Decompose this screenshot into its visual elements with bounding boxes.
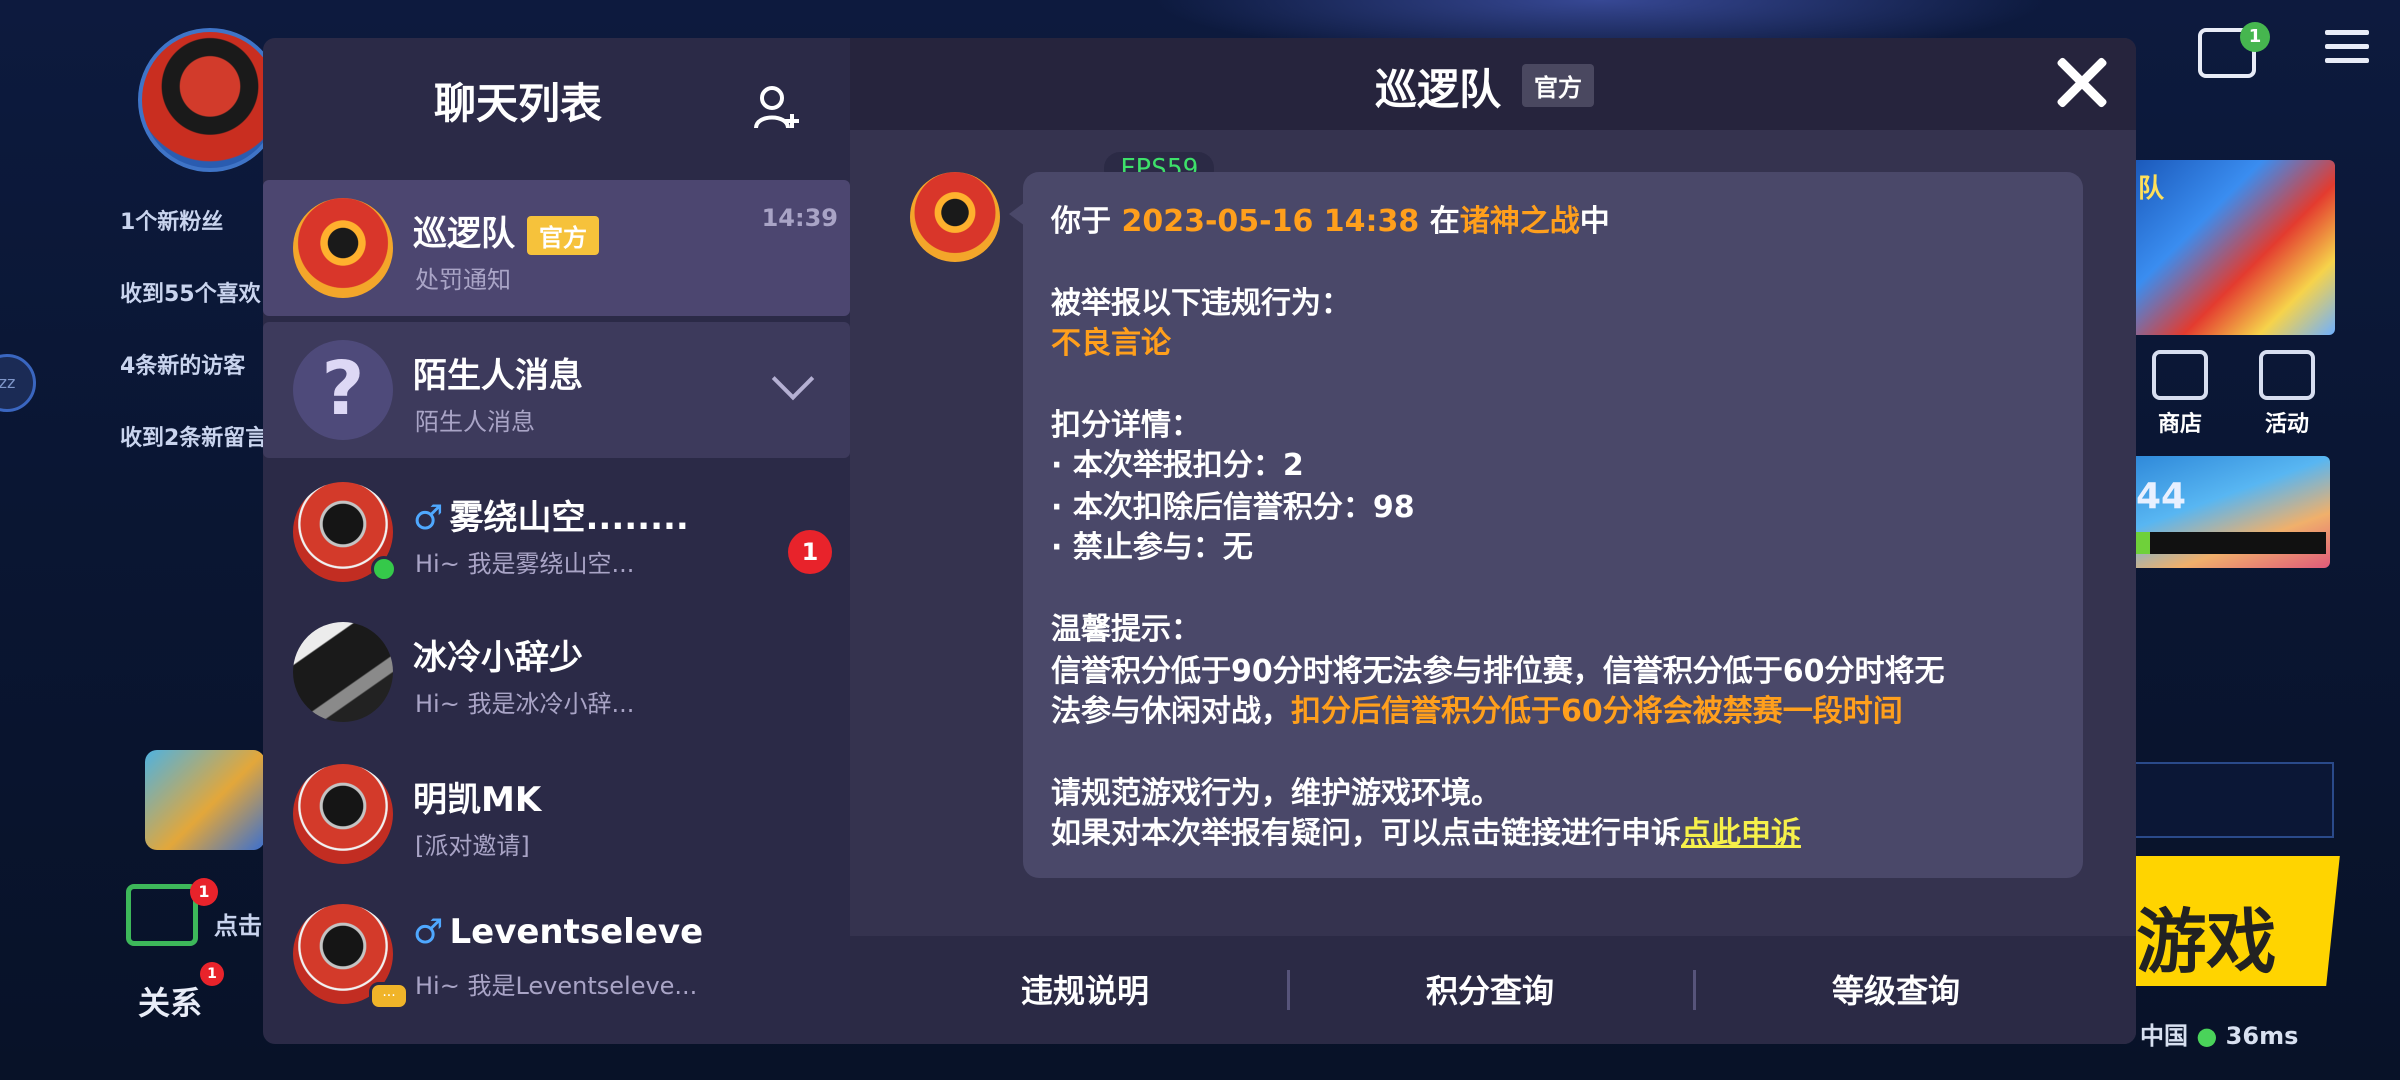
chat-item-patrol[interactable]: 巡逻队 官方 处罚通知 14:39 — [263, 180, 850, 316]
menu-icon[interactable] — [2325, 30, 2369, 72]
chat-bubble-icon[interactable] — [126, 884, 198, 946]
unread-badge: 1 — [788, 530, 832, 574]
chat-item-name: Leventseleve — [449, 912, 704, 952]
appeal-link[interactable]: 点此申诉 — [1681, 816, 1801, 851]
sender-avatar[interactable] — [910, 172, 1000, 262]
appeal-line: 如果对本次举报有疑问，可以点击链接进行申诉点此申诉 — [1051, 816, 1801, 851]
online-indicator — [371, 556, 397, 582]
activity-icon — [2259, 350, 2315, 400]
violation-type: 不良言论 — [1051, 326, 1171, 361]
chat-item-name: 冰冷小辞少 — [413, 638, 583, 678]
avatar — [293, 764, 393, 864]
avatar — [293, 622, 393, 722]
chat-item-subtitle: Hi~ 我是Leventseleve... — [415, 972, 698, 1000]
chat-item-name: 巡逻队 — [413, 214, 515, 254]
chat-item-user[interactable]: ♂ 雾绕山空........ Hi~ 我是雾绕山空... 1 — [263, 464, 850, 600]
chat-item-strangers[interactable]: ? 陌生人消息 陌生人消息 — [263, 322, 850, 458]
chat-item-time: 14:39 — [761, 204, 838, 232]
event-banner[interactable]: 队 — [2130, 160, 2335, 335]
official-tag: 官方 — [1522, 64, 1594, 107]
chat-item-subtitle: Hi~ 我是雾绕山空... — [415, 550, 635, 578]
notice-messages[interactable]: 收到2条新留言 — [120, 420, 267, 452]
chat-item-subtitle: 陌生人消息 — [415, 408, 535, 436]
season-tile[interactable]: 44 — [2130, 456, 2330, 568]
tv-badge: 1 — [2240, 22, 2270, 52]
violation-time-line: 你于 2023-05-16 14:38 在诸神之战中 — [1051, 204, 1610, 239]
shop-icon — [2152, 350, 2208, 400]
credit-score: · 本次扣除后信誉积分：98 — [1051, 490, 1415, 525]
close-icon[interactable] — [2054, 54, 2110, 110]
network-status: 中国 ● 36ms — [2140, 1022, 2299, 1050]
player-avatar[interactable] — [138, 28, 282, 172]
chat-item-name: 明凯MK — [413, 780, 542, 820]
tips-line-2: 法参与休闲对战，扣分后信誉积分低于60分将会被禁赛一段时间 — [1051, 694, 1903, 729]
gift-icon[interactable] — [145, 750, 265, 850]
chevron-down-icon[interactable] — [771, 357, 815, 401]
season-level: 44 — [2136, 476, 2187, 517]
tips-heading: 温馨提示： — [1051, 612, 1201, 647]
chat-item-name: 雾绕山空........ — [449, 498, 689, 538]
chat-item-user[interactable]: ... ♂ Leventseleve Hi~ 我是Leventseleve... — [263, 886, 850, 1022]
background-field — [2130, 762, 2334, 838]
chat-item-subtitle: 处罚通知 — [415, 266, 511, 294]
typing-indicator: ... — [369, 982, 409, 1010]
chat-item-subtitle: [派对邀请] — [415, 832, 530, 860]
relation-tab[interactable]: 关系 — [138, 978, 202, 1024]
chat-item-user[interactable]: 冰冷小辞少 Hi~ 我是冰冷小辞... — [263, 604, 850, 740]
message-bubble: 你于 2023-05-16 14:38 在诸神之战中 被举报以下违规行为： 不良… — [1009, 172, 2083, 878]
notice-visitors[interactable]: 4条新的访客 — [120, 348, 245, 380]
reported-heading: 被举报以下违规行为： — [1051, 286, 1351, 321]
deduction-heading: 扣分详情： — [1051, 408, 1201, 443]
chat-item-user[interactable]: 明凯MK [派对邀请] — [263, 746, 850, 882]
season-progress — [2134, 532, 2326, 554]
play-button[interactable]: 游戏 — [2111, 856, 2340, 986]
violation-info-button[interactable]: 违规说明 — [885, 966, 1285, 1012]
tap-hint: 点击 — [214, 912, 262, 940]
level-query-button[interactable]: 等级查询 — [1696, 966, 2096, 1012]
shop-button[interactable]: 商店 — [2135, 350, 2225, 440]
conversation-title: 巡逻队 — [1375, 65, 1502, 114]
avatar — [293, 198, 393, 298]
official-tag: 官方 — [527, 216, 599, 255]
conduct-reminder: 请规范游戏行为，维护游戏环境。 — [1051, 776, 1501, 811]
chat-list-title: 聊天列表 — [433, 79, 602, 128]
tips-line-1: 信誉积分低于90分时将无法参与排位赛，信誉积分低于60分时将无 — [1051, 654, 1945, 689]
male-icon: ♂ — [413, 498, 444, 538]
add-friend-icon[interactable] — [752, 82, 804, 134]
score-query-button[interactable]: 积分查询 — [1290, 966, 1690, 1012]
chat-item-subtitle: Hi~ 我是冰冷小辞... — [415, 690, 635, 718]
activity-button[interactable]: 活动 — [2242, 350, 2332, 440]
banner-mark: 队 — [2138, 174, 2165, 204]
male-icon: ♂ — [413, 912, 444, 952]
ban-status: · 禁止参与：无 — [1051, 530, 1253, 565]
chat-badge: 1 — [190, 878, 218, 906]
deduction-points: · 本次举报扣分：2 — [1051, 448, 1304, 483]
relation-badge: 1 — [200, 962, 224, 986]
notice-followers[interactable]: 1个新粉丝 — [120, 204, 223, 236]
notice-likes[interactable]: 收到55个喜欢 — [120, 276, 261, 308]
chat-item-name: 陌生人消息 — [413, 356, 583, 396]
side-handle[interactable]: zz — [0, 354, 36, 412]
question-icon: ? — [293, 340, 393, 440]
